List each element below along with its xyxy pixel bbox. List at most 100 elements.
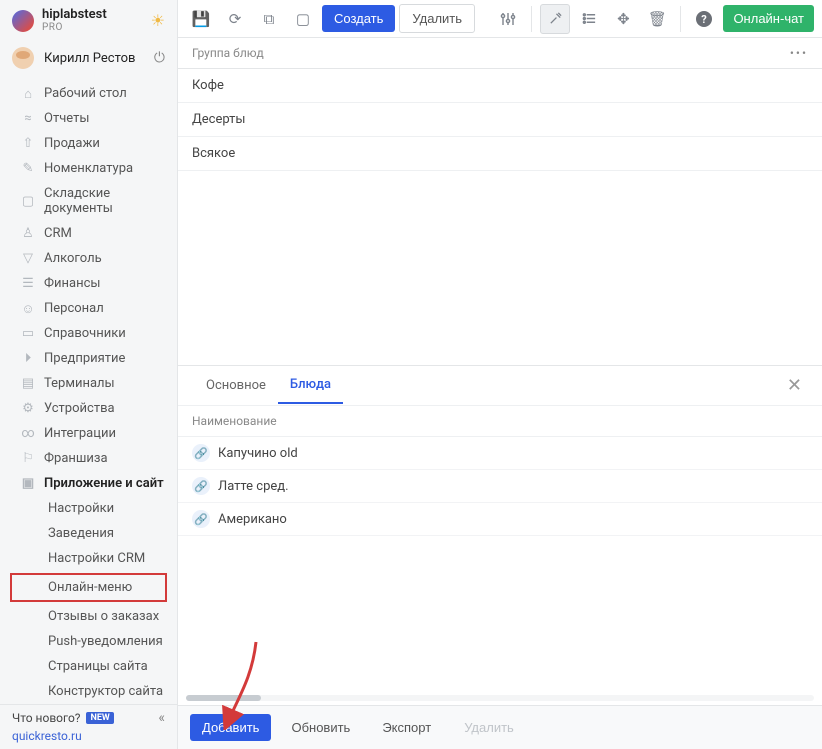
brand-tier: PRO [42,22,143,33]
save-icon[interactable]: 💾 [186,4,216,34]
detail-column-header[interactable]: Наименование [178,406,822,437]
whats-new-label: Что нового? [12,711,80,725]
sub-locations[interactable]: Заведения [0,521,177,546]
nav-staff[interactable]: ☺Персонал [0,296,177,321]
book-icon: ▭ [20,326,36,342]
sidebar: hiplabstest PRO ☀ Кирилл Рестов ⏻ ⌂Рабоч… [0,0,178,749]
footer-site-link[interactable]: quickresto.ru [12,729,165,743]
whats-new[interactable]: Что нового? NEW « [12,711,165,725]
sidebar-user[interactable]: Кирилл Рестов ⏻ [0,37,177,81]
move-icon[interactable]: ✥ [608,4,638,34]
copy-icon[interactable]: ⧉ [254,4,284,34]
detail-row[interactable]: 🔗 Капучино old [178,437,822,470]
grid-row[interactable]: Десерты [178,103,822,137]
sub-site-builder[interactable]: Конструктор сайта [0,679,177,704]
nav-reference[interactable]: ▭Справочники [0,321,177,346]
link-chain-icon: 🔗 [192,510,210,528]
nav-app-site[interactable]: ▣Приложение и сайт [0,471,177,496]
sidebar-nav: ⌂Рабочий стол ≈Отчеты ⇧Продажи ✎Номенкла… [0,81,177,704]
nav-label: Интеграции [24,426,116,441]
horizontal-scrollbar[interactable] [186,695,814,701]
screen-icon[interactable]: ▢ [288,4,318,34]
list-icon[interactable] [574,4,604,34]
create-button[interactable]: Создать [322,5,395,32]
detail-row[interactable]: 🔗 Американо [178,503,822,536]
nav-devices[interactable]: ⚙Устройства [0,396,177,421]
detail-body: 🔗 Капучино old 🔗 Латте сред. 🔗 Американо [178,437,822,695]
power-icon[interactable]: ⏻ [154,50,165,66]
grid-row[interactable]: Всякое [178,137,822,171]
avatar [12,47,34,69]
detail-bottom-bar: Добавить Обновить Экспорт Удалить [178,705,822,749]
sliders-icon[interactable] [493,4,523,34]
detail-row-label: Латте сред. [218,479,289,494]
grid-header: Группа блюд ••• [178,38,822,69]
trash-icon[interactable]: 🗑 [642,4,672,34]
nav-enterprise[interactable]: ⏵Предприятие [0,346,177,371]
sub-online-menu[interactable]: Онлайн-меню [10,573,167,602]
help-icon[interactable]: ? [689,4,719,34]
nav-sales[interactable]: ⇧Продажи [0,131,177,156]
nav-label: Складские документы [24,186,165,216]
wallet-icon: ☰ [20,276,36,292]
brand-name: hiplabstest [42,8,143,22]
grid-rows: Кофе Десерты Всякое [178,69,822,171]
chart-icon: ≈ [20,111,36,127]
person-icon: ☺ [20,301,36,317]
sidebar-header: hiplabstest PRO ☀ [0,0,177,37]
sub-pages[interactable]: Страницы сайта [0,654,177,679]
nav-label: Устройства [24,401,115,416]
theme-sun-icon[interactable]: ☀ [151,11,165,30]
sync-icon[interactable]: ⟳ [220,4,250,34]
delete-disabled-button: Удалить [451,713,527,742]
nav-stock-docs[interactable]: ▢Складские документы [0,181,177,221]
gear-icon: ⚙ [20,401,36,417]
box-icon: ▢ [20,193,36,209]
nav-integrations[interactable]: ∞Интеграции [0,421,177,446]
detail-row-label: Капучино old [218,446,298,461]
nav-reports[interactable]: ≈Отчеты [0,106,177,131]
add-button[interactable]: Добавить [190,714,271,741]
nav-finance[interactable]: ☰Финансы [0,271,177,296]
detail-row-label: Американо [218,512,287,527]
glass-icon: ▽ [20,251,36,267]
delete-button[interactable]: Удалить [399,4,475,33]
cart-icon: ⇧ [20,136,36,152]
sub-settings[interactable]: Настройки [0,496,177,521]
close-panel-icon[interactable]: ✕ [783,371,806,400]
nav-crm[interactable]: ♙CRM [0,221,177,246]
tablet-icon: ▣ [20,476,36,492]
sub-crm-settings[interactable]: Настройки CRM [0,546,177,571]
nav-label: Справочники [24,326,126,341]
link-chain-icon: 🔗 [192,444,210,462]
user-name: Кирилл Рестов [44,51,144,66]
sub-push[interactable]: Push-уведомления [0,629,177,654]
detail-row[interactable]: 🔗 Латте сред. [178,470,822,503]
nav-franchise[interactable]: ⚐Франшиза [0,446,177,471]
tools-icon[interactable] [540,4,570,34]
collapse-sidebar-icon[interactable]: « [158,710,165,726]
link-chain-icon: 🔗 [192,477,210,495]
nav-terminals[interactable]: ▤Терминалы [0,371,177,396]
building-icon: ⏵ [20,351,36,367]
nav-label: Предприятие [24,351,125,366]
brand-block: hiplabstest PRO [42,8,143,33]
nav-nomenclature[interactable]: ✎Номенклатура [0,156,177,181]
refresh-button[interactable]: Обновить [279,714,362,741]
crm-icon: ♙ [20,226,36,242]
online-chat-button[interactable]: Онлайн-чат [723,5,814,32]
nav-alcohol[interactable]: ▽Алкоголь [0,246,177,271]
nav-desktop[interactable]: ⌂Рабочий стол [0,81,177,106]
tab-main[interactable]: Основное [194,368,278,403]
tab-dishes[interactable]: Блюда [278,367,343,404]
app-logo-icon [12,10,34,32]
grid-column-header[interactable]: Группа блюд [192,46,264,60]
grid-row[interactable]: Кофе [178,69,822,103]
main-area: 💾 ⟳ ⧉ ▢ Создать Удалить ✥ 🗑 ? Онлайн-ч [178,0,822,749]
nav-label: Терминалы [24,376,115,391]
new-badge: NEW [86,712,113,724]
detail-tabs: Основное Блюда ✕ [178,366,822,406]
export-button[interactable]: Экспорт [370,714,443,741]
sub-reviews[interactable]: Отзывы о заказах [0,604,177,629]
more-icon[interactable]: ••• [790,46,808,60]
